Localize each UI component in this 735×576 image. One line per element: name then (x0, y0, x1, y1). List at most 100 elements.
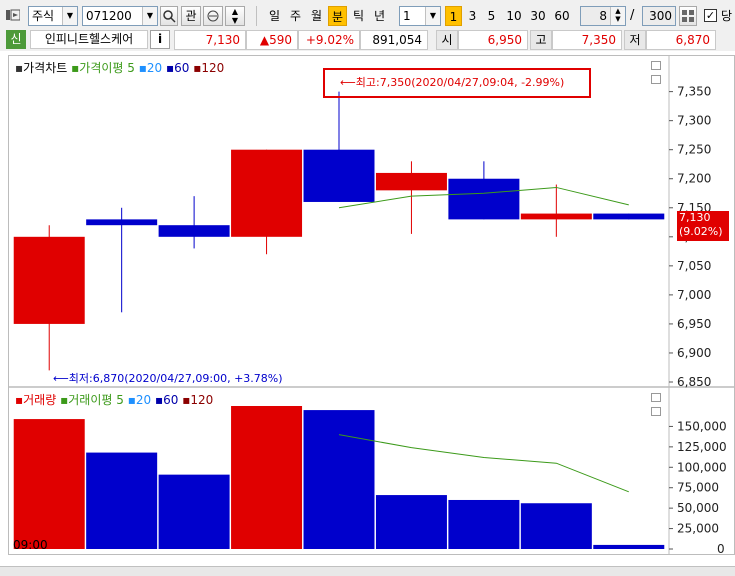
candle-body (13, 236, 85, 324)
price-tick-label: 7,000 (677, 288, 711, 302)
candle-body (86, 219, 158, 226)
price-panel-buttons[interactable] (651, 59, 673, 84)
volume-ma60: 60 (163, 393, 179, 407)
watch-button[interactable]: 관 (181, 6, 201, 26)
volume-panel-buttons[interactable] (651, 391, 673, 416)
chevron-down-icon[interactable]: ▼ (425, 7, 440, 25)
volume-bar (158, 474, 230, 549)
current-pct-tag-value: (9.02%) (679, 225, 723, 238)
close-icon[interactable] (651, 75, 661, 84)
current-price-tag: 7,130 (9.02%) (677, 211, 729, 241)
period-month[interactable]: 월 (307, 6, 326, 26)
market-type-select[interactable]: 주식 ▼ (28, 6, 78, 26)
grid-settings-icon (682, 10, 694, 22)
high-price: 7,350 (552, 30, 622, 50)
count-separator: / (630, 8, 635, 23)
candle-body (303, 149, 375, 202)
candle-body (593, 213, 665, 220)
volume-tick-label: 50,000 (677, 501, 719, 515)
low-annotation: ⟵최저:6,870(2020/04/27,09:00, +3.78%) (53, 372, 283, 385)
total-count-field[interactable]: 300 (642, 6, 676, 26)
close-icon[interactable] (651, 407, 661, 416)
price-ma5: 5 (127, 61, 135, 75)
minute-10[interactable]: 10 (503, 6, 525, 26)
minute-1[interactable]: 1 (445, 6, 462, 26)
open-label: 시 (436, 30, 458, 50)
volume-ma5-line (338, 434, 629, 493)
toolbar-separator (256, 6, 257, 26)
price-ma-label: 가격이평 (79, 61, 124, 75)
price-tick-label: 6,850 (677, 375, 711, 389)
chevron-down-icon[interactable]: ▼ (62, 7, 77, 25)
interval-select[interactable]: 1 ▼ (399, 6, 441, 26)
stock-name: 인피니트헬스케어 (30, 30, 148, 49)
settings-button[interactable] (679, 6, 697, 26)
magnifier-icon (163, 10, 176, 23)
market-type-value: 주식 (32, 9, 55, 23)
chart-canvas[interactable]: 7,3507,3007,2507,2007,1507,1007,0507,000… (9, 56, 734, 554)
candle-body (231, 149, 303, 237)
low-price: 6,870 (646, 30, 716, 50)
price-tick-label: 7,300 (677, 114, 711, 128)
price-tick-label: 6,900 (677, 346, 711, 360)
volume-bar (303, 410, 375, 549)
period-day[interactable]: 일 (265, 6, 284, 26)
minimize-icon[interactable] (651, 61, 661, 70)
candle-body (520, 213, 592, 220)
credit-badge: 신 (6, 30, 26, 49)
price-tick-label: 7,200 (677, 172, 711, 186)
price-change: ▲590 (246, 30, 298, 50)
spin-up-icon[interactable]: ▲ (232, 7, 238, 16)
minute-30[interactable]: 30 (527, 6, 549, 26)
volume-bar (448, 499, 520, 549)
info-button[interactable]: i (150, 30, 170, 49)
high-annotation: ⟵최고:7,350(2020/04/27,09:04, -2.99%) (340, 76, 565, 89)
candle-body (375, 172, 447, 191)
realtime-checkbox[interactable]: ✓ (704, 9, 717, 22)
stock-code-value: 071200 (86, 9, 132, 23)
bottom-scrollbar[interactable] (0, 566, 735, 576)
period-minute[interactable]: 분 (328, 6, 347, 26)
realtime-checkbox-label: 당 (721, 9, 733, 23)
price-tick-label: 7,250 (677, 143, 711, 157)
high-label: 고 (530, 30, 552, 50)
period-week[interactable]: 주 (286, 6, 305, 26)
candle-body (158, 225, 230, 237)
total-count-value: 300 (649, 9, 672, 23)
interval-value: 1 (403, 9, 411, 23)
link-button[interactable] (203, 6, 223, 26)
period-year[interactable]: 년 (370, 6, 389, 26)
trade-volume: 891,054 (360, 30, 428, 50)
chart-menu-icon[interactable] (6, 8, 21, 22)
current-price-tag-value: 7,130 (679, 211, 711, 224)
volume-tick-label: 75,000 (677, 481, 719, 495)
price-legend-title: 가격차트 (23, 61, 68, 75)
spin-down-icon[interactable]: ▼ (232, 16, 238, 25)
minute-5[interactable]: 5 (483, 6, 500, 26)
count-stepper[interactable]: 8 ▲ ▼ (580, 6, 626, 26)
volume-ma5: 5 (116, 393, 124, 407)
stepper-arrows-icon[interactable]: ▲ ▼ (610, 7, 625, 25)
volume-tick-label: 125,000 (677, 440, 727, 454)
volume-tick-label: 25,000 (677, 522, 719, 536)
volume-bar (593, 544, 665, 549)
volume-tick-label: 100,000 (677, 460, 727, 474)
minimize-icon[interactable] (651, 393, 661, 402)
search-button[interactable] (160, 6, 178, 26)
count-value: 8 (599, 9, 607, 23)
stock-code-input[interactable]: 071200 ▼ (82, 6, 158, 26)
chart-area[interactable]: 7,3507,3007,2507,2007,1507,1007,0507,000… (8, 55, 735, 555)
main-toolbar: 주식 ▼ 071200 ▼ 관 ▲ ▼ 일 주 월 분 틱 년 1 ▼ 1 3 5… (0, 0, 735, 31)
volume-ma20: 20 (135, 393, 152, 407)
volume-ma-label: 거래이평 (68, 393, 113, 407)
current-price: 7,130 (174, 30, 246, 50)
minute-60[interactable]: 60 (551, 6, 573, 26)
chevron-down-icon[interactable]: ▼ (142, 7, 157, 25)
minute-3[interactable]: 3 (464, 6, 481, 26)
price-tick-label: 7,350 (677, 85, 711, 99)
volume-bar (86, 452, 158, 549)
period-tick[interactable]: 틱 (349, 6, 368, 26)
link-icon (207, 10, 219, 22)
price-legend: ▪가격차트 ▪가격이평 5 ▪20 ▪60 ▪120 (15, 61, 225, 75)
spin-button[interactable]: ▲ ▼ (225, 6, 245, 26)
